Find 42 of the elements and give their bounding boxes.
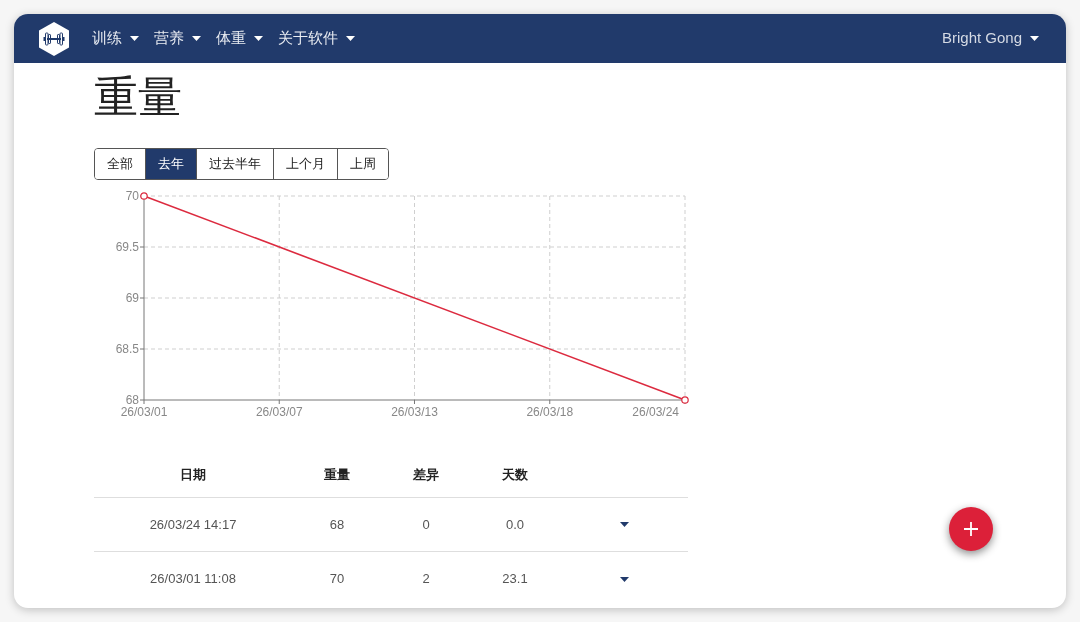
- range-button[interactable]: 去年: [145, 149, 196, 179]
- caret-icon: [192, 36, 201, 41]
- table-cell-text: 26/03/01 11:08: [150, 570, 236, 589]
- table-cell-text: 0: [422, 515, 430, 534]
- nav-menu[interactable]: 体重: [216, 27, 263, 50]
- data-point: [681, 396, 689, 404]
- axis-label: 26/03/24: [632, 405, 679, 419]
- plus-icon: [964, 522, 978, 536]
- caret-icon: [619, 576, 629, 582]
- page-title: 重量: [94, 75, 182, 119]
- axis-label: 69.5: [115, 240, 139, 254]
- add-button[interactable]: [949, 507, 993, 551]
- axis-label: 68: [125, 393, 139, 407]
- column-header: 差异: [413, 465, 439, 484]
- axis-label: 26/03/01: [120, 405, 168, 419]
- nav-menu[interactable]: 关于软件: [278, 27, 355, 50]
- table-cell-text: 68: [329, 515, 345, 534]
- dumbbell-logo-icon[interactable]: [39, 21, 69, 56]
- nav-menu[interactable]: 营养: [154, 27, 201, 50]
- table-cell-text: 23.1: [502, 570, 528, 589]
- caret-icon: [1030, 36, 1039, 41]
- axis-label: 68.5: [115, 342, 139, 356]
- table-cell-text: 26/03/24 14:17: [149, 515, 237, 534]
- caret-icon: [254, 36, 263, 41]
- table-cell-text: 0.0: [505, 515, 525, 534]
- data-point: [140, 192, 148, 200]
- axis-label: 26/03/13: [391, 405, 438, 419]
- table-cell-text: 2: [422, 570, 430, 589]
- user-menu[interactable]: Bright Gong: [941, 27, 1039, 50]
- axis-label: 26/03/07: [255, 405, 303, 419]
- table-cell-text: 70: [329, 570, 345, 589]
- axis-label: 69: [125, 291, 139, 305]
- nav-menu[interactable]: 训练: [92, 27, 139, 50]
- column-header: 日期: [180, 465, 206, 484]
- axis-label: 70: [125, 190, 139, 203]
- caret-icon: [130, 36, 139, 41]
- axis-label: 26/03/18: [526, 405, 574, 419]
- caret-icon: [346, 36, 355, 41]
- caret-icon: [619, 522, 629, 527]
- range-button[interactable]: 上周: [337, 149, 388, 179]
- column-header: 重量: [324, 465, 350, 484]
- column-header: 天数: [502, 465, 528, 484]
